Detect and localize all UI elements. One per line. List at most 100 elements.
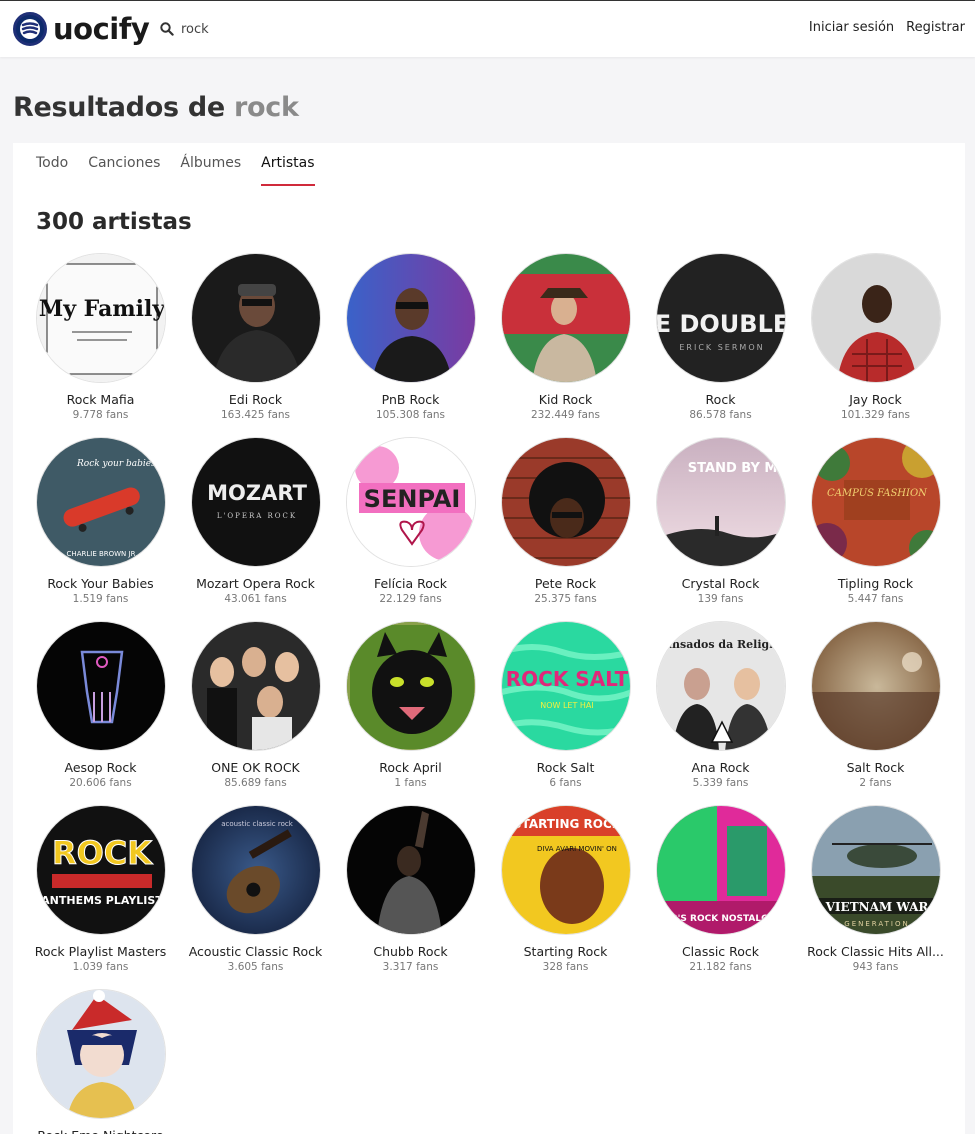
artist-avatar[interactable] (35, 621, 166, 751)
artist-name[interactable]: Kid Rock (488, 392, 643, 407)
artist-name[interactable]: Ana Rock (643, 760, 798, 775)
artist-avatar[interactable] (810, 621, 941, 751)
artist-avatar[interactable]: ROCK SALT NOW LET HAI (500, 621, 631, 751)
artist-name[interactable]: Pete Rock (488, 576, 643, 591)
logo-icon (13, 12, 47, 46)
artist-card[interactable]: 80'S ROCK NOSTALGIA Classic Rock 21.182 fa… (643, 805, 798, 973)
artist-name[interactable]: Rock April (333, 760, 488, 775)
cover-text: E DOUBLE (657, 310, 786, 338)
artist-name[interactable]: PnB Rock (333, 392, 488, 407)
artist-card[interactable]: Pete Rock 25.375 fans (488, 437, 643, 605)
artist-card[interactable]: acoustic classic rock Acoustic Classic R… (178, 805, 333, 973)
artist-avatar[interactable] (500, 253, 631, 383)
artist-card[interactable]: Edi Rock 163.425 fans (178, 253, 333, 421)
artist-name[interactable]: Aesop Rock (23, 760, 178, 775)
artist-card[interactable]: ONE OK ROCK 85.689 fans (178, 621, 333, 789)
artist-artwork: acoustic classic rock (191, 806, 320, 934)
artist-card[interactable]: ROCK ANTHEMS PLAYLIST Rock Playlist Maste… (23, 805, 178, 973)
artist-name[interactable]: Chubb Rock (333, 944, 488, 959)
artist-card[interactable]: STAND BY ME Crystal Rock 139 fans (643, 437, 798, 605)
artist-artwork (346, 254, 475, 382)
artist-fans: 163.425 fans (220, 409, 290, 421)
artist-avatar[interactable]: ROCK ANTHEMS PLAYLIST (35, 805, 166, 935)
artist-avatar[interactable] (345, 621, 476, 751)
artist-avatar[interactable]: My Family (35, 253, 166, 383)
artist-card[interactable]: My Family Rock Mafia 9.778 fans (23, 253, 178, 421)
artist-avatar[interactable] (500, 437, 631, 567)
artist-avatar[interactable]: acoustic classic rock (190, 805, 321, 935)
artist-name[interactable]: Rock Your Babies (23, 576, 178, 591)
artist-name[interactable]: Jay Rock (798, 392, 953, 407)
artist-avatar[interactable]: E DOUBLE ERICK SERMON (655, 253, 786, 383)
artist-avatar[interactable] (190, 621, 321, 751)
artist-card[interactable]: CAMPUS FASHION Tipling Rock 5.447 fans (798, 437, 953, 605)
artist-name[interactable]: Classic Rock (643, 944, 798, 959)
artist-name[interactable]: Starting Rock (488, 944, 643, 959)
artist-avatar[interactable]: STAND BY ME (655, 437, 786, 567)
artist-card[interactable]: STARTING ROCK DIVA AVARI MOVIN' ON Starti… (488, 805, 643, 973)
search-term: rock (233, 92, 299, 123)
artist-avatar[interactable] (345, 253, 476, 383)
artist-name[interactable]: Rock Salt (488, 760, 643, 775)
artist-name[interactable]: Mozart Opera Rock (178, 576, 333, 591)
tab-canciones[interactable]: Canciones (88, 155, 160, 186)
artist-artwork: STARTING ROCK DIVA AVARI MOVIN' ON (501, 806, 630, 934)
artist-avatar[interactable]: Cansados da Religião (655, 621, 786, 751)
artist-avatar[interactable]: STARTING ROCK DIVA AVARI MOVIN' ON (500, 805, 631, 935)
artist-avatar[interactable] (810, 253, 941, 383)
artist-name[interactable]: Rock Playlist Masters (23, 944, 178, 959)
login-link[interactable]: Iniciar sesión (809, 20, 894, 35)
artist-card[interactable]: Rock your babies CHARLIE BROWN JR. Rock Y… (23, 437, 178, 605)
cover-text: VIETNAM WAR (824, 900, 929, 914)
artist-avatar[interactable]: Rock your babies CHARLIE BROWN JR. (35, 437, 166, 567)
artist-name[interactable]: ONE OK ROCK (178, 760, 333, 775)
artist-name[interactable]: Crystal Rock (643, 576, 798, 591)
artist-name[interactable]: Felícia Rock (333, 576, 488, 591)
artist-card[interactable]: E DOUBLE ERICK SERMON Rock 86.578 fans (643, 253, 798, 421)
artist-name[interactable]: Rock Emo Nightcore (23, 1128, 178, 1134)
artist-card[interactable]: Salt Rock 2 fans (798, 621, 953, 789)
artist-card[interactable]: Rock April 1 fans (333, 621, 488, 789)
artist-artwork (501, 254, 630, 382)
artist-card[interactable]: Kid Rock 232.449 fans (488, 253, 643, 421)
artist-name[interactable]: Salt Rock (798, 760, 953, 775)
register-link[interactable]: Registrar (906, 20, 965, 35)
artist-avatar[interactable]: SENPAI (345, 437, 476, 567)
artist-avatar[interactable] (35, 989, 166, 1119)
artist-card[interactable]: ROCK SALT NOW LET HAI Rock Salt 6 fans (488, 621, 643, 789)
artist-name[interactable]: Edi Rock (178, 392, 333, 407)
artist-artwork: ROCK ANTHEMS PLAYLIST (36, 806, 165, 934)
artist-card[interactable]: Jay Rock 101.329 fans (798, 253, 953, 421)
artist-card[interactable]: Rock Emo Nightcore (23, 989, 178, 1134)
cover-text: SENPAI (363, 485, 460, 513)
artist-avatar[interactable]: MOZART L'OPERA ROCK (190, 437, 321, 567)
artist-card[interactable]: Aesop Rock 20.606 fans (23, 621, 178, 789)
artist-name[interactable]: Acoustic Classic Rock (178, 944, 333, 959)
artist-card[interactable]: PnB Rock 105.308 fans (333, 253, 488, 421)
artist-card[interactable]: VIETNAM WAR GENERATION Rock Classic Hits … (798, 805, 953, 973)
artist-name[interactable]: Rock (643, 392, 798, 407)
tab-artistas[interactable]: Artistas (261, 155, 315, 186)
artist-card[interactable]: SENPAI Felícia Rock 22.129 fans (333, 437, 488, 605)
artist-name[interactable]: Rock Classic Hits All... (798, 944, 953, 959)
artist-artwork (191, 622, 320, 750)
artist-card[interactable]: MOZART L'OPERA ROCK Mozart Opera Rock 43.0… (178, 437, 333, 605)
artist-artwork (191, 254, 320, 382)
artist-fans: 5.447 fans (847, 593, 904, 605)
tab-albumes[interactable]: Álbumes (180, 155, 241, 186)
artist-name[interactable]: Rock Mafia (23, 392, 178, 407)
artist-card[interactable]: Chubb Rock 3.317 fans (333, 805, 488, 973)
brand-logo[interactable]: uocify (13, 12, 150, 46)
artist-avatar[interactable]: 80'S ROCK NOSTALGIA (655, 805, 786, 935)
artist-avatar[interactable] (345, 805, 476, 935)
tab-todo[interactable]: Todo (36, 155, 68, 186)
artist-avatar[interactable]: CAMPUS FASHION (810, 437, 941, 567)
artist-card[interactable]: Cansados da Religião Ana Rock 5.339 fans (643, 621, 798, 789)
artist-fans: 105.308 fans (375, 409, 445, 421)
artist-name[interactable]: Tipling Rock (798, 576, 953, 591)
artist-artwork (346, 806, 475, 934)
search-input[interactable] (181, 19, 381, 39)
artist-avatar[interactable]: VIETNAM WAR GENERATION (810, 805, 941, 935)
artist-avatar[interactable] (190, 253, 321, 383)
search-icon[interactable] (160, 22, 174, 36)
